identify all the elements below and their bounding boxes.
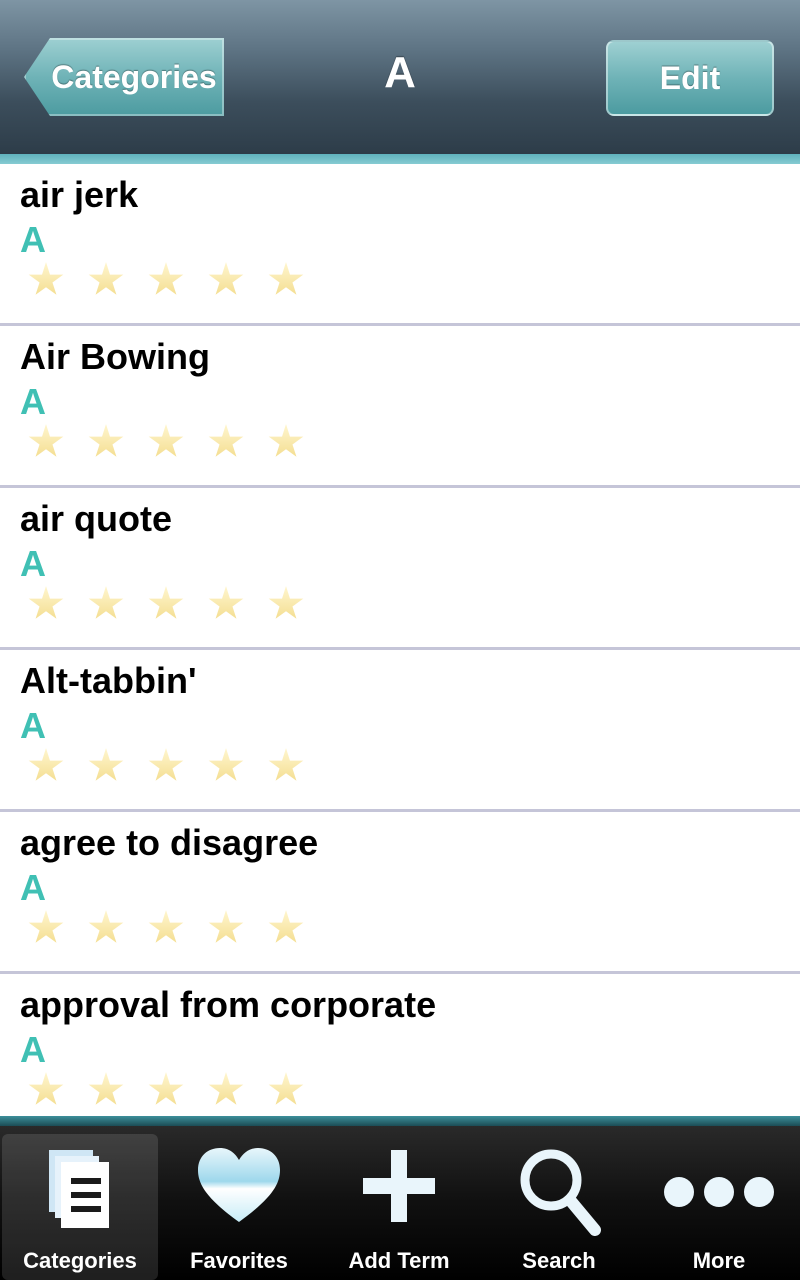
- tab-categories[interactable]: Categories: [2, 1134, 158, 1280]
- star-icon[interactable]: [88, 424, 124, 457]
- rating-stars[interactable]: [28, 262, 328, 298]
- tab-label: Categories: [23, 1248, 137, 1273]
- term-title: agree to disagree: [20, 822, 319, 863]
- star-icon[interactable]: [28, 1072, 64, 1105]
- plus-icon: [363, 1150, 435, 1222]
- back-button-label: Categories: [51, 58, 217, 95]
- list-item[interactable]: Alt-tabbin' A: [0, 650, 800, 812]
- star-icon[interactable]: [268, 748, 304, 781]
- star-icon[interactable]: [148, 1072, 184, 1105]
- star-icon[interactable]: [268, 586, 304, 619]
- list-item[interactable]: Air Bowing A: [0, 326, 800, 488]
- edit-button[interactable]: Edit: [606, 40, 774, 116]
- star-icon[interactable]: [208, 424, 244, 457]
- star-icon[interactable]: [148, 748, 184, 781]
- star-icon[interactable]: [148, 424, 184, 457]
- rating-stars[interactable]: [28, 586, 328, 622]
- term-category: A: [20, 543, 46, 584]
- edit-button-label: Edit: [659, 59, 721, 96]
- star-icon[interactable]: [268, 1072, 304, 1105]
- star-icon[interactable]: [88, 262, 124, 295]
- tab-label: Add Term: [348, 1248, 450, 1273]
- term-category: A: [20, 705, 46, 746]
- star-icon[interactable]: [208, 748, 244, 781]
- back-button-categories[interactable]: Categories: [24, 38, 224, 116]
- star-icon[interactable]: [28, 586, 64, 619]
- term-title: air jerk: [20, 174, 139, 215]
- star-icon[interactable]: [148, 910, 184, 943]
- rating-stars[interactable]: [28, 910, 328, 946]
- tab-more[interactable]: More: [641, 1134, 797, 1280]
- star-icon[interactable]: [88, 1072, 124, 1105]
- term-title: Alt-tabbin': [20, 660, 197, 701]
- tab-label: Search: [522, 1248, 596, 1273]
- star-icon[interactable]: [88, 748, 124, 781]
- star-icon[interactable]: [208, 1072, 244, 1105]
- star-icon[interactable]: [268, 424, 304, 457]
- star-icon[interactable]: [148, 586, 184, 619]
- search-icon: [520, 1149, 601, 1236]
- page-title: A: [384, 48, 416, 97]
- star-icon[interactable]: [28, 748, 64, 781]
- rating-stars[interactable]: [28, 424, 328, 460]
- navigation-bar: Categories A Edit: [0, 0, 800, 164]
- rating-stars[interactable]: [28, 748, 328, 784]
- star-icon[interactable]: [28, 910, 64, 943]
- heart-icon: [198, 1148, 280, 1222]
- tab-favorites[interactable]: Favorites: [161, 1134, 317, 1280]
- more-icon: [664, 1177, 774, 1207]
- term-category: A: [20, 867, 46, 908]
- documents-icon: [49, 1150, 109, 1228]
- tab-label: Favorites: [190, 1248, 288, 1273]
- term-title: air quote: [20, 498, 173, 539]
- tab-search[interactable]: Search: [481, 1134, 637, 1280]
- list-item[interactable]: air jerk A: [0, 164, 800, 326]
- list-item[interactable]: agree to disagree A: [0, 812, 800, 974]
- rating-stars[interactable]: [28, 1072, 328, 1108]
- tab-bar: Categories Favorites Add Term Search Mor…: [0, 1116, 800, 1280]
- star-icon[interactable]: [268, 910, 304, 943]
- star-icon[interactable]: [88, 586, 124, 619]
- star-icon[interactable]: [208, 910, 244, 943]
- tab-label: More: [692, 1248, 746, 1273]
- term-title: approval from corporate: [20, 984, 437, 1025]
- tab-add-term[interactable]: Add Term: [321, 1134, 477, 1280]
- star-icon[interactable]: [208, 262, 244, 295]
- terms-list: air jerk A Air Bowing A air quote A Alt-…: [0, 164, 800, 1116]
- star-icon[interactable]: [28, 424, 64, 457]
- term-title: Air Bowing: [20, 336, 210, 377]
- star-icon[interactable]: [28, 262, 64, 295]
- star-icon[interactable]: [88, 910, 124, 943]
- star-icon[interactable]: [208, 586, 244, 619]
- term-category: A: [20, 219, 46, 260]
- list-item[interactable]: air quote A: [0, 488, 800, 650]
- term-category: A: [20, 1029, 46, 1070]
- list-item[interactable]: approval from corporate A: [0, 974, 800, 1116]
- star-icon[interactable]: [268, 262, 304, 295]
- star-icon[interactable]: [148, 262, 184, 295]
- term-category: A: [20, 381, 46, 422]
